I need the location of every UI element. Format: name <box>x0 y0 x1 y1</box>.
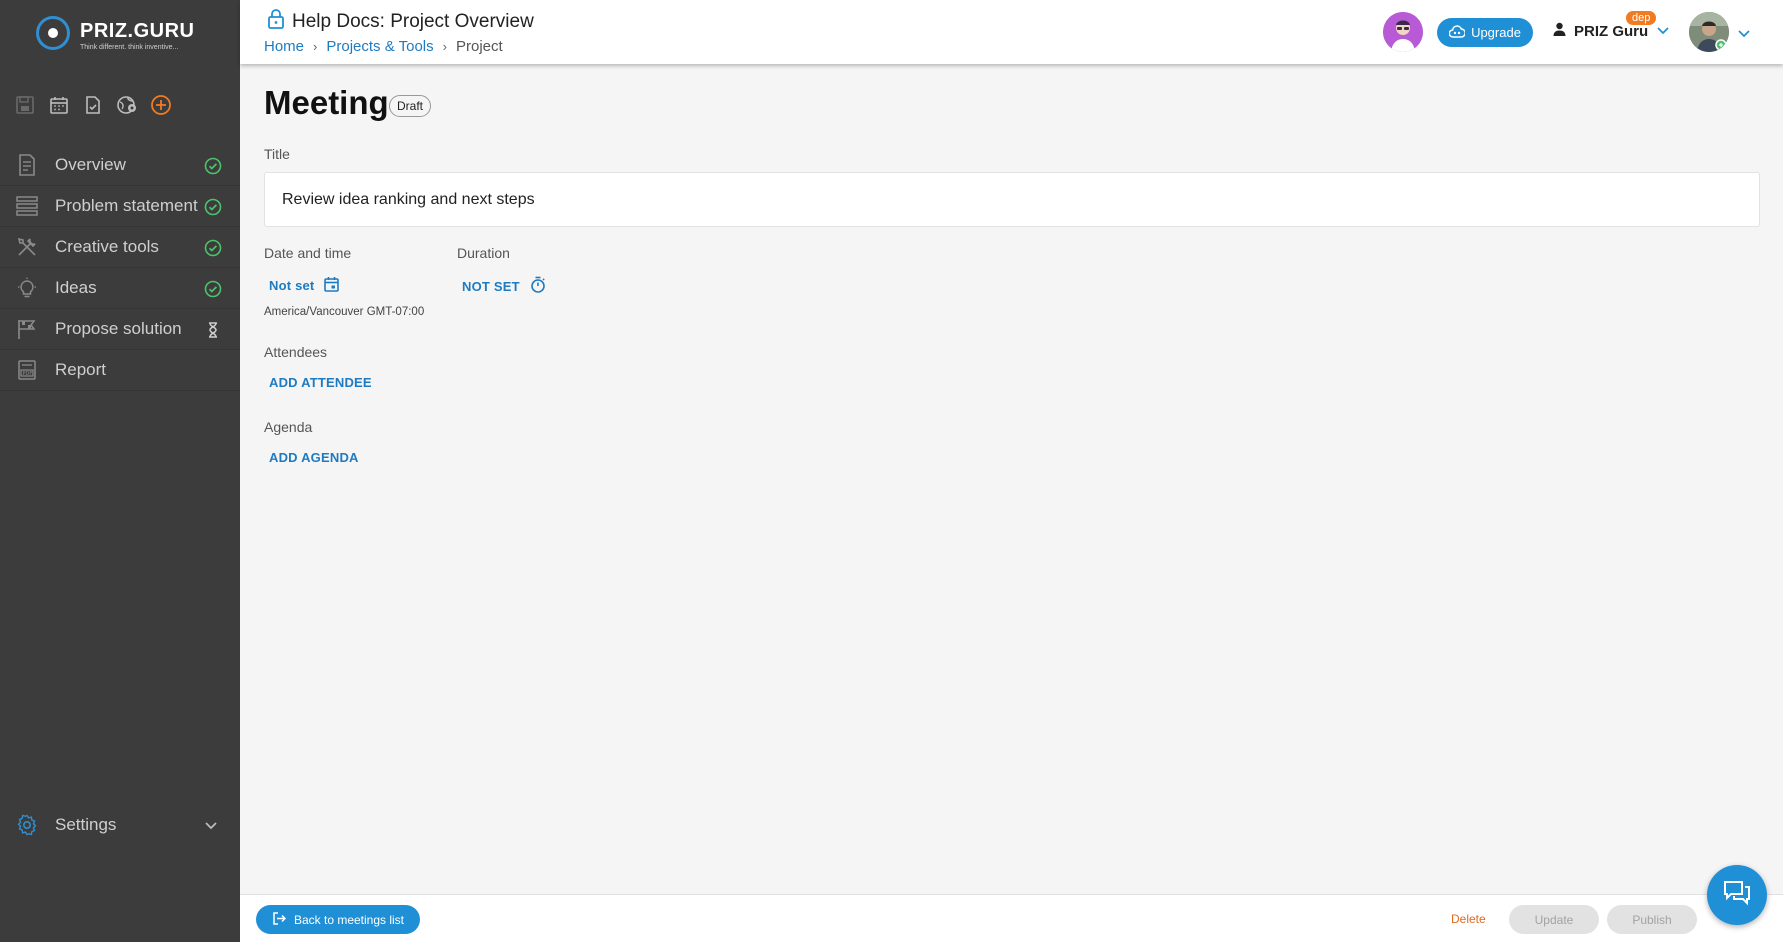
user-avatar[interactable] <box>1689 12 1729 52</box>
sidebar-item-label: Propose solution <box>55 319 182 338</box>
back-to-meetings-button[interactable]: Back to meetings list <box>256 905 420 934</box>
sidebar-item-label: Report <box>55 360 107 379</box>
tools-icon <box>16 236 38 258</box>
add-circle-icon[interactable] <box>150 94 172 116</box>
duration-label: Duration <box>457 245 510 261</box>
add-agenda-button[interactable]: ADD AGENDA <box>269 450 359 465</box>
top-header: Help Docs: Project Overview Home › Proje… <box>240 0 1783 64</box>
hourglass-icon <box>204 321 222 339</box>
sidebar-item-settings[interactable]: Settings <box>0 805 240 845</box>
action-footer: Back to meetings list Delete Update Publ… <box>240 894 1783 942</box>
quick-actions <box>14 94 172 116</box>
datetime-value: Not set <box>269 278 315 293</box>
check-circle-icon <box>204 280 222 298</box>
sidebar-item-label: Ideas <box>55 278 97 297</box>
sidebar-item-label: Problem statement <box>55 196 198 215</box>
sidebar-item-label: Overview <box>55 155 126 174</box>
duration-value: NOT SET <box>462 278 520 294</box>
datetime-label: Date and time <box>264 245 352 261</box>
pdf-report-icon: PDF <box>16 359 38 381</box>
sidebar-item-label: Creative tools <box>55 237 159 256</box>
datetime-picker[interactable]: Not set <box>269 276 340 295</box>
gear-icon <box>16 814 38 836</box>
page-title: Meeting <box>264 84 389 121</box>
project-nav: Overview Problem statement Creative tool… <box>0 145 240 391</box>
chat-icon <box>1722 879 1752 912</box>
chevron-down-icon[interactable] <box>1737 26 1751 44</box>
workspace-name: PRIZ Guru <box>1574 22 1649 40</box>
lock-icon <box>267 8 285 35</box>
breadcrumb-current: Project <box>455 38 503 55</box>
sidebar: PRIZ.GURU Think different. think inventi… <box>0 0 240 942</box>
breadcrumb: Home › Projects & Tools › Project <box>264 38 503 55</box>
calendar-icon[interactable] <box>48 94 70 116</box>
title-field[interactable]: Review idea ranking and next steps <box>264 172 1760 227</box>
sidebar-item-ideas[interactable]: Ideas <box>0 268 240 309</box>
lightbulb-icon <box>16 277 38 299</box>
svg-text:PDF: PDF <box>23 371 33 377</box>
attendees-label: Attendees <box>264 344 328 360</box>
settings-label: Settings <box>55 815 117 834</box>
priz-guru-logo[interactable]: PRIZ.GURU Think different. think inventi… <box>36 10 216 54</box>
flag-icon <box>16 318 38 340</box>
agenda-label: Agenda <box>264 419 313 435</box>
sidebar-item-report[interactable]: PDF Report <box>0 350 240 391</box>
breadcrumb-separator-icon: › <box>442 39 447 54</box>
timezone-text: America/Vancouver GMT-07:00 <box>264 306 425 318</box>
assistant-avatar[interactable] <box>1383 12 1423 52</box>
document-list-icon <box>16 154 38 176</box>
upgrade-button[interactable]: Upgrade <box>1437 18 1533 47</box>
calendar-icon <box>324 276 340 295</box>
cloud-icon <box>1448 24 1466 41</box>
stack-icon <box>16 195 38 217</box>
breadcrumb-projects-tools[interactable]: Projects & Tools <box>326 38 433 55</box>
sidebar-item-propose-solution[interactable]: Propose solution <box>0 309 240 350</box>
delete-button[interactable]: Delete <box>1451 912 1486 926</box>
check-circle-icon <box>204 157 222 175</box>
person-icon <box>1553 22 1566 40</box>
project-title: Help Docs: Project Overview <box>292 11 534 32</box>
logo-mark-icon <box>36 16 70 50</box>
check-circle-icon <box>204 239 222 257</box>
sidebar-item-creative-tools[interactable]: Creative tools <box>0 227 240 268</box>
logo-tagline: Think different. think inventive... <box>80 44 179 51</box>
chevron-down-icon <box>1656 23 1670 40</box>
timer-icon <box>530 276 546 296</box>
add-attendee-button[interactable]: ADD ATTENDEE <box>269 375 372 390</box>
publish-button[interactable]: Publish <box>1607 905 1697 934</box>
chevron-down-icon <box>204 818 218 837</box>
upgrade-label: Upgrade <box>1471 25 1521 40</box>
update-button[interactable]: Update <box>1509 905 1599 934</box>
document-check-icon[interactable] <box>82 94 104 116</box>
exit-icon <box>272 911 287 928</box>
breadcrumb-home[interactable]: Home <box>264 38 304 55</box>
chat-support-button[interactable] <box>1707 865 1767 925</box>
globe-settings-icon[interactable] <box>116 94 138 116</box>
status-badge: Draft <box>389 95 432 117</box>
environment-badge: dep <box>1626 11 1657 25</box>
meeting-editor: Meeting Draft Title Review idea ranking … <box>240 64 1783 894</box>
title-label: Title <box>264 146 290 162</box>
check-circle-icon <box>204 198 222 216</box>
back-label: Back to meetings list <box>293 912 405 927</box>
workspace-switcher[interactable]: PRIZ Guru <box>1553 22 1670 40</box>
breadcrumb-separator-icon: › <box>313 39 318 54</box>
sidebar-item-overview[interactable]: Overview <box>0 145 240 186</box>
logo-wordmark: PRIZ.GURU <box>80 20 195 42</box>
duration-picker[interactable]: NOT SET <box>462 276 546 296</box>
sidebar-item-problem-statement[interactable]: Problem statement <box>0 186 240 227</box>
save-icon[interactable] <box>14 94 36 116</box>
